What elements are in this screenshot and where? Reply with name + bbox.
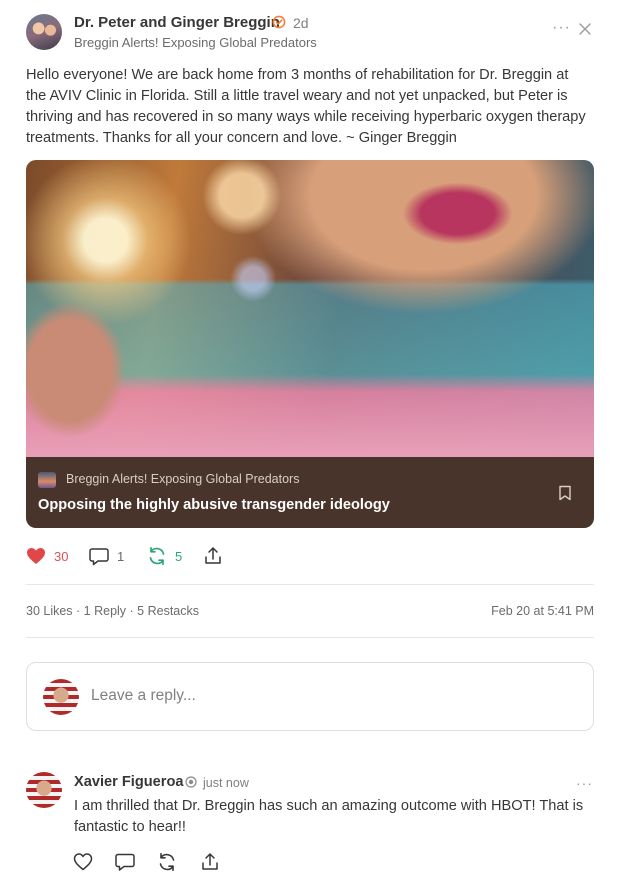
- restacks-stat[interactable]: 5 Restacks: [137, 604, 199, 618]
- more-dots-icon[interactable]: ···: [552, 20, 571, 36]
- like-button[interactable]: 30: [26, 545, 68, 567]
- post-stats: 30 Likes · 1 Reply · 5 Restacks: [26, 604, 200, 618]
- card-image-hand: [26, 290, 136, 450]
- bookmark-icon[interactable]: [558, 485, 572, 501]
- subscriber-badge-icon: [185, 776, 197, 788]
- verified-check-icon: [272, 15, 286, 29]
- reply-box[interactable]: [26, 662, 594, 731]
- card-publication: Breggin Alerts! Exposing Global Predator…: [66, 472, 300, 486]
- likes-stat[interactable]: 30 Likes: [26, 604, 73, 618]
- restack-count: 5: [175, 548, 183, 564]
- heart-icon[interactable]: [73, 852, 93, 872]
- post-author-name[interactable]: Dr. Peter and Ginger Breggin: [74, 14, 280, 31]
- post-date: Feb 20 at 5:41 PM: [491, 604, 594, 618]
- comment-timestamp: just now: [203, 776, 249, 790]
- divider: [26, 637, 594, 638]
- heart-icon: [27, 548, 45, 564]
- like-count: 30: [54, 548, 69, 564]
- linked-post-card[interactable]: Breggin Alerts! Exposing Global Predator…: [26, 160, 594, 528]
- commenter-name[interactable]: Xavier Figueroa: [74, 774, 184, 790]
- author-avatar[interactable]: [26, 14, 62, 50]
- publication-name[interactable]: Breggin Alerts! Exposing Global Predator…: [74, 35, 317, 50]
- comment-text: I am thrilled that Dr. Breggin has such …: [74, 798, 584, 835]
- divider: [26, 584, 594, 585]
- more-dots-icon[interactable]: ···: [576, 776, 593, 790]
- comment-button[interactable]: 1: [89, 545, 124, 567]
- restack-button[interactable]: 5: [147, 545, 182, 567]
- publication-logo-icon: [38, 472, 56, 488]
- reply-input[interactable]: [91, 687, 571, 705]
- post-body: Hello everyone! We are back home from 3 …: [26, 67, 586, 146]
- card-footer: Breggin Alerts! Exposing Global Predator…: [26, 457, 594, 528]
- commenter-avatar[interactable]: [26, 772, 62, 808]
- post-timestamp: 2d: [293, 15, 309, 31]
- share-button[interactable]: [203, 545, 223, 567]
- comment-bubble-icon[interactable]: [115, 852, 135, 872]
- restack-icon[interactable]: [157, 852, 177, 872]
- card-title[interactable]: Opposing the highly abusive transgender …: [38, 497, 390, 513]
- share-icon[interactable]: [200, 852, 220, 872]
- close-icon[interactable]: [578, 22, 592, 36]
- restack-icon: [149, 546, 165, 566]
- replies-stat[interactable]: 1 Reply: [84, 604, 126, 618]
- share-icon: [205, 547, 221, 564]
- current-user-avatar: [43, 679, 79, 715]
- comment-count: 1: [117, 548, 125, 564]
- comment-bubble-icon: [89, 547, 109, 565]
